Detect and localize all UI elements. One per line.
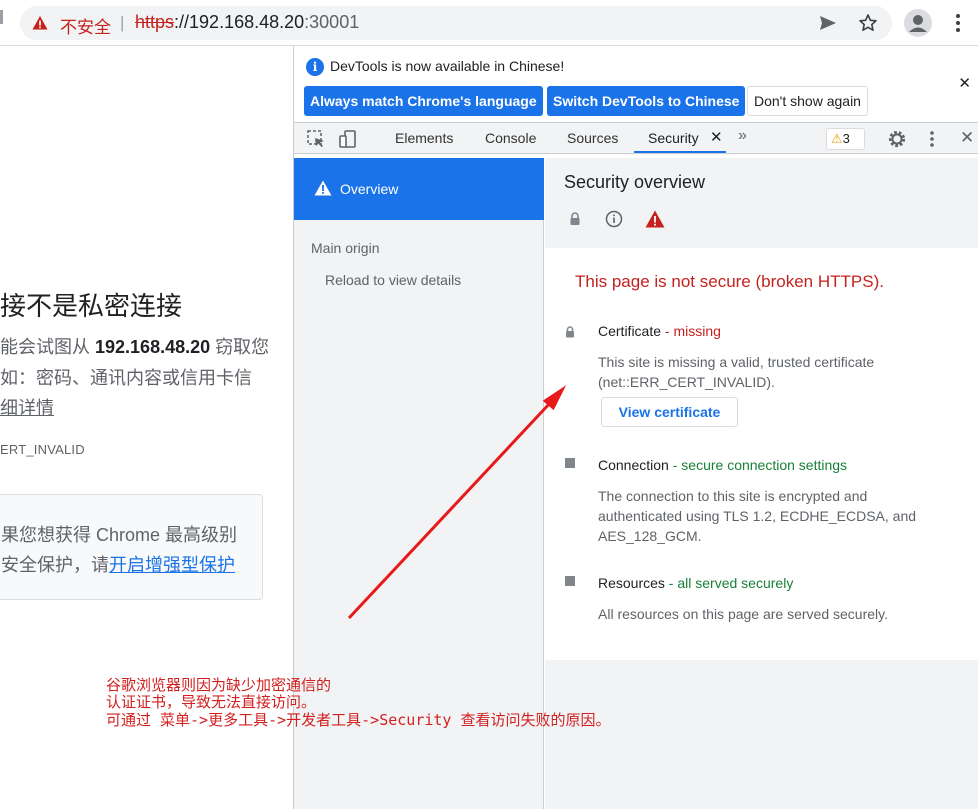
warning-icon[interactable]	[32, 15, 48, 31]
annotation-line3: 可通过 菜单->更多工具->开发者工具->Security 查看访问失败的原因。	[106, 711, 611, 729]
tab-security-close-icon[interactable]: ✕	[710, 128, 723, 146]
address-separator: |	[120, 13, 125, 32]
security-details: This page is not secure (broken HTTPS). …	[545, 248, 978, 660]
resources-status-icon	[565, 576, 575, 586]
enhanced-protection-box: 果您想获得 Chrome 最高级别 安全保护，请开启增强型保护	[0, 494, 263, 600]
security-header: Security overview	[545, 158, 978, 248]
chrome-menu-icon[interactable]	[950, 12, 966, 34]
resources-status: all served securely	[677, 575, 794, 591]
tab-console[interactable]: Console	[485, 130, 536, 146]
info-icon: i	[306, 58, 324, 76]
inspect-element-icon[interactable]	[306, 129, 326, 149]
settings-gear-icon[interactable]	[887, 129, 907, 149]
details-link[interactable]: 细详情	[0, 394, 54, 420]
send-icon[interactable]	[818, 13, 838, 33]
box-line1: 果您想获得 Chrome 最高级别	[1, 525, 238, 545]
box-line2: 安全保护，请开启增强型保护	[1, 551, 235, 577]
connection-status: secure connection settings	[681, 457, 848, 473]
issues-warning-icon: ⚠	[831, 131, 843, 146]
certificate-dash: -	[661, 323, 674, 339]
annotation-line2: 认证证书，导致无法直接访问。	[106, 693, 317, 711]
bookmark-star-icon[interactable]	[858, 13, 878, 33]
browser-toolbar: 不安全 | https://192.168.48.20:30001	[0, 0, 978, 46]
connection-label: Connection	[598, 457, 669, 473]
line1-host: 192.168.48.20	[95, 337, 211, 357]
device-toolbar-icon[interactable]	[338, 129, 358, 149]
devtools-tabbar: Elements Console Sources Security ✕ » ⚠3…	[294, 122, 978, 154]
resources-title: Resources - all served securely	[598, 575, 793, 591]
resources-description: All resources on this page are served se…	[598, 606, 888, 622]
profile-icon	[909, 15, 927, 32]
line1-suffix: 窃取您	[210, 337, 270, 357]
devtools-menu-icon[interactable]	[922, 129, 942, 149]
resources-dash: -	[664, 575, 678, 591]
tab-elements[interactable]: Elements	[395, 130, 453, 146]
address-bar[interactable]: 不安全 | https://192.168.48.20:30001	[20, 6, 892, 40]
resources-label: Resources	[598, 575, 665, 591]
page-paragraph-line1: 能会试图从 192.168.48.20 窃取您	[0, 333, 269, 359]
certificate-lock-icon	[566, 326, 574, 338]
connection-title: Connection - secure connection settings	[598, 457, 847, 473]
dont-show-again-button[interactable]: Don't show again	[747, 86, 868, 116]
security-panel-footer	[545, 660, 978, 809]
infobar-message: DevTools is now available in Chinese!	[330, 58, 565, 74]
tab-sources[interactable]: Sources	[567, 130, 618, 146]
overview-label: Overview	[340, 181, 399, 197]
connection-description: The connection to this site is encrypted…	[598, 488, 917, 544]
url-text[interactable]: https://192.168.48.20:30001	[135, 12, 359, 33]
url-scheme: https	[135, 12, 175, 32]
more-tabs-chevron-icon[interactable]: »	[738, 127, 747, 145]
page-title: 接不是私密连接	[0, 291, 183, 321]
back-button-fragment[interactable]	[0, 10, 3, 24]
security-summary: This page is not secure (broken HTTPS).	[575, 272, 884, 291]
issues-badge[interactable]: ⚠3	[826, 128, 865, 150]
neutral-info-icon	[605, 210, 623, 228]
security-overview-title: Security overview	[564, 172, 706, 192]
close-devtools-icon[interactable]: ✕	[960, 128, 974, 148]
active-tab-indicator	[634, 151, 726, 153]
insecure-warning-icon	[645, 210, 665, 228]
box-line2-prefix: 安全保护，请	[1, 555, 109, 575]
page-paragraph-line2: 如：密码、通讯内容或信用卡信	[0, 368, 252, 388]
sidebar-item-overview[interactable]: Overview	[294, 158, 544, 220]
certificate-label: Certificate	[598, 323, 662, 339]
overview-warning-icon	[314, 180, 332, 196]
connection-status-icon	[565, 458, 575, 468]
certificate-status: missing	[673, 323, 721, 339]
main-origin-heading: Main origin	[311, 240, 380, 256]
url-port: :30001	[304, 12, 360, 32]
always-match-language-button[interactable]: Always match Chrome's language	[304, 86, 543, 116]
language-infobar: i DevTools is now available in Chinese! …	[294, 46, 978, 120]
error-code: ERT_INVALID	[0, 442, 85, 457]
devtools-panel: i DevTools is now available in Chinese! …	[293, 46, 978, 809]
certificate-title: Certificate - missing	[598, 323, 721, 339]
issues-count: 3	[842, 131, 850, 146]
profile-avatar[interactable]	[904, 9, 932, 37]
switch-to-chinese-button[interactable]: Switch DevTools to Chinese	[547, 86, 746, 116]
url-host: ://192.168.48.20	[174, 12, 305, 32]
infobar-close-icon[interactable]: ✕	[958, 74, 971, 92]
tab-security[interactable]: Security	[648, 130, 699, 146]
enhanced-protection-link[interactable]: 开启增强型保护	[109, 555, 235, 575]
certificate-description: This site is missing a valid, trusted ce…	[598, 354, 875, 390]
annotation-line1: 谷歌浏览器则因为缺少加密通信的	[106, 676, 332, 694]
view-certificate-button[interactable]: View certificate	[601, 397, 738, 427]
line1-prefix: 能会试图从	[0, 337, 96, 357]
secure-lock-icon	[570, 212, 580, 225]
connection-dash: -	[668, 457, 682, 473]
sidebar-item-reload[interactable]: Reload to view details	[325, 272, 461, 288]
not-secure-label[interactable]: 不安全	[60, 13, 111, 38]
